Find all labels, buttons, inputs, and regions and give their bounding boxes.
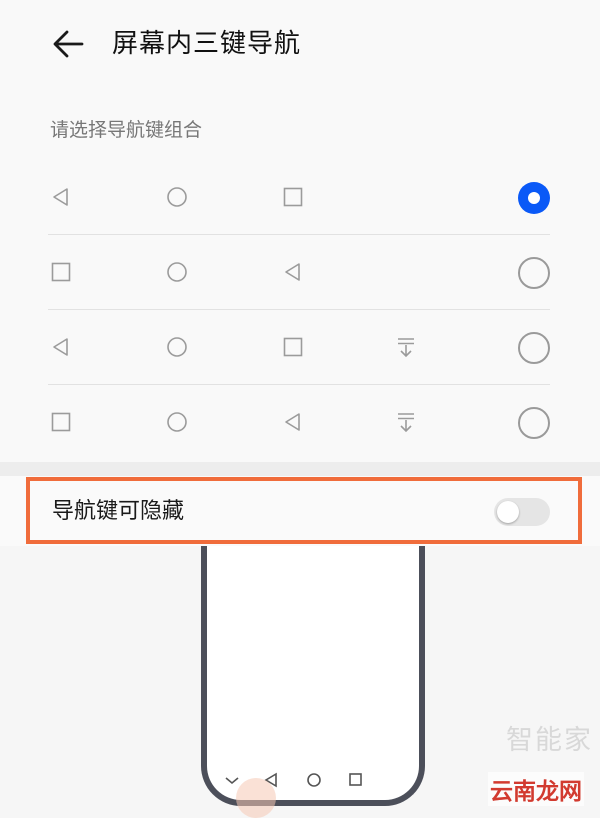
radio-button[interactable] [518,332,550,364]
recent-icon [282,186,304,208]
nav-combination-list [0,160,600,460]
watermark-brand: 智能家 [506,725,593,756]
home-icon [166,261,188,283]
arrow-left-icon [53,30,84,58]
home-icon [166,186,188,208]
back-icon [50,336,72,358]
section-divider [0,462,600,476]
nav-option-3[interactable] [0,310,600,385]
home-icon [307,773,321,787]
nav-option-4[interactable] [0,385,600,460]
radio-button[interactable] [518,257,550,289]
phone-preview [201,546,425,806]
back-icon [282,411,304,433]
back-icon [282,261,304,283]
header: 屏幕内三键导航 [0,0,600,90]
chevron-down-icon [225,777,239,785]
page-title: 屏幕内三键导航 [112,29,302,59]
back-icon [50,186,72,208]
hide-nav-label: 导航键可隐藏 [52,499,185,524]
radio-button[interactable] [518,182,550,214]
notification-pulldown-icon [395,411,417,433]
recent-icon [50,411,72,433]
section-subtitle: 请选择导航键组合 [50,119,203,141]
nav-option-2[interactable] [0,235,600,310]
nav-option-1[interactable] [0,160,600,235]
notification-pulldown-icon [395,336,417,358]
home-icon [166,336,188,358]
hide-nav-toggle[interactable] [494,498,550,526]
back-button[interactable] [48,22,92,66]
recent-icon [282,336,304,358]
recent-icon [50,261,72,283]
home-icon [166,411,188,433]
toggle-knob [497,501,519,523]
watermark-site: 云南龙网 [488,772,584,806]
finger-touch [236,778,276,818]
recent-icon [349,773,362,786]
radio-button[interactable] [518,407,550,439]
